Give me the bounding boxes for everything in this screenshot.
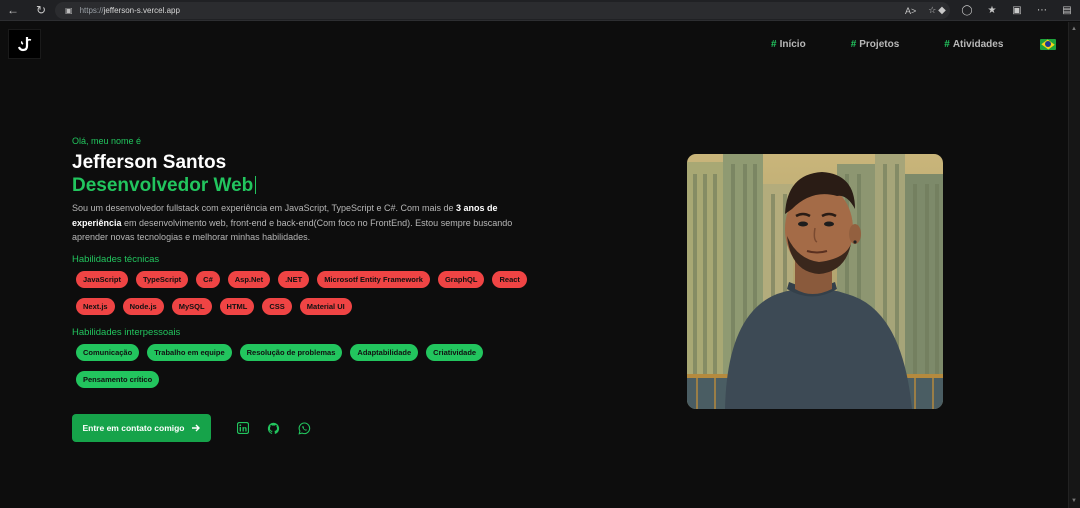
reload-icon[interactable]: ↻ [30,0,52,21]
tech-skill-chip: CSS [262,297,292,315]
logo-mark-icon [17,37,31,52]
nav-link-atividades[interactable]: # Atividades [944,39,1003,50]
hero-name: Jefferson Santos [72,152,227,173]
soft-skill-chip: Adaptabilidade [350,343,419,361]
soft-skill-chip: Comunicação [76,343,140,361]
tech-skill-chip: MySQL [171,297,212,315]
tech-skill-chip: Material UI [299,297,352,315]
sidebar-toggle-icon[interactable]: ▤ [1060,5,1074,16]
page-scrollbar[interactable]: ▲ ▼ [1068,22,1080,508]
url-scheme: https:// [79,6,104,15]
extension-icon[interactable]: ◆ [935,5,949,16]
soft-skill-chip: Pensamento crítico [76,370,160,388]
hero-role: Desenvolvedor Web [72,175,522,199]
greeting-text: Olá, meu nome é [72,136,142,146]
tech-skill-chip: Asp.Net [227,270,271,288]
tech-skills-label: Habilidades técnicas [72,253,160,265]
github-icon[interactable] [267,422,280,435]
top-navigation: # Início # Projetos # Atividades [771,39,1048,50]
social-links [236,421,311,435]
hero-bio: Sou um desenvolvedor fullstack com exper… [72,203,513,242]
browser-essentials-icon[interactable]: ◯ [960,5,974,16]
nav-link-projetos[interactable]: # Projetos [851,39,900,50]
tech-skill-chip: Node.js [122,297,164,315]
arrow-right-icon [191,424,200,432]
soft-skill-chip: Resolução de problemas [239,343,343,361]
tech-skill-chip: Microsotf Entity Framework [317,270,430,288]
profile-portrait [687,154,943,409]
linkedin-icon[interactable] [236,422,249,435]
soft-skill-chip: Trabalho em equipe [147,343,232,361]
address-bar[interactable]: ▣ https:// jefferson-s.vercel.app [55,2,950,19]
favorites-icon[interactable]: ★ [985,5,999,16]
brazil-flag-icon[interactable] [1040,39,1056,50]
whatsapp-icon[interactable] [298,421,311,435]
read-aloud-icon[interactable]: A˃ [905,6,916,16]
contact-row: Entre em contato comigo [72,414,311,442]
back-icon[interactable]: ← [2,0,24,21]
collections-icon[interactable]: ▣ [1010,5,1024,16]
page: # Início # Projetos # Atividades Olá, meu n… [0,22,1068,508]
site-logo[interactable] [8,29,41,59]
tech-skill-chip: .NET [278,270,310,288]
soft-skill-chip: Criatividade [426,343,484,361]
tech-skill-chip: Next.js [76,297,115,315]
url-host: jefferson-s.vercel.app [103,6,180,15]
tech-skill-chip: React [492,270,527,288]
more-menu-icon[interactable]: ⋯ [1035,5,1049,16]
contact-button[interactable]: Entre em contato comigo [72,414,211,442]
soft-skills-label: Habilidades interpessoais [72,326,181,338]
browser-toolbar: ← ↻ ▣ https:// jefferson-s.vercel.app A˃… [0,0,1080,21]
tech-skill-chip: TypeScript [135,270,189,288]
typing-caret [255,176,257,194]
tech-skill-chip: C# [196,270,220,288]
tech-skill-chip: GraphQL [437,270,485,288]
hero-section: Olá, meu nome é Jefferson Santos Desenvo… [72,136,527,398]
nav-link-inicio[interactable]: # Início [771,39,806,50]
portrait-illustration [687,154,943,409]
tech-skill-chip: HTML [219,297,255,315]
tech-skills-list: JavaScript TypeScript C# Asp.Net .NET Mi… [76,270,536,325]
scroll-up-icon[interactable]: ▲ [1071,26,1077,32]
soft-skills-list: Comunicação Trabalho em equipe Resolução… [76,343,536,398]
scroll-down-icon[interactable]: ▼ [1071,498,1077,504]
lock-icon: ▣ [65,6,73,15]
tech-skill-chip: JavaScript [76,270,128,288]
